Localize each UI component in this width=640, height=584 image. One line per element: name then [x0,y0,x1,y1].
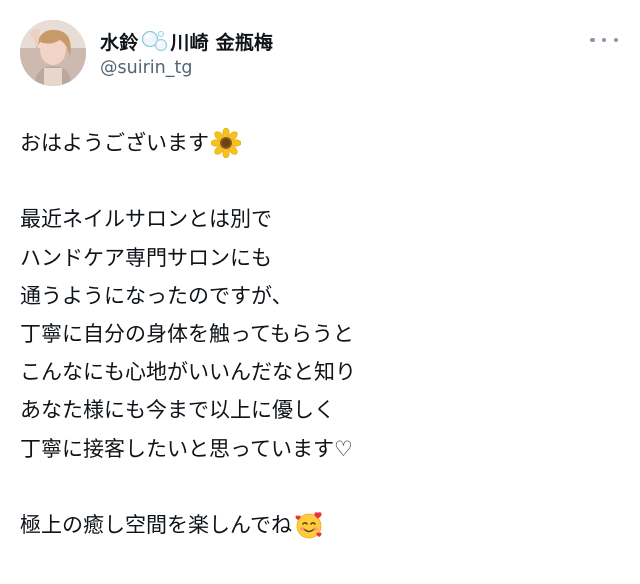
more-dot-icon [601,37,607,43]
tweet-line: こんなにも心地がいいんだなと知り [20,353,620,391]
tweet-line-text: 丁寧に自分の身体を触ってもらうと [20,321,354,346]
display-name-part1: 水鈴 [100,31,139,54]
avatar-image [20,20,86,86]
line-break [20,468,620,506]
tweet-line-text: 極上の癒し空間を楽しんでね [20,512,292,537]
tweet-line: 通うようになったのですが、 [20,277,620,315]
tweet-line-text: おはようございます [20,131,209,155]
tweet-text: おはようございます 最近ネイルサロンとは別で ハンドケア専門サロンにも 通うよう… [20,124,620,544]
tweet-line-text: 通うようになったのですが、 [20,283,293,308]
tweet-line: 極上の癒し空間を楽しんでね [20,506,620,544]
tweet-line: あなた様にも今まで以上に優しく [20,391,620,429]
more-dot-icon [613,37,618,43]
tweet-line: 丁寧に自分の身体を触ってもらうと [20,315,620,353]
display-name-part2: 川崎 金瓶梅 [170,31,274,54]
display-name[interactable]: 水鈴 川崎 金瓶梅 [100,28,273,54]
avatar[interactable] [20,20,86,86]
tweet-line-text: 丁寧に接客したいと思っています♡ [20,436,353,461]
tweet-line-text: 最近ネイルサロンとは別で [20,207,272,232]
more-options-button[interactable] [590,32,618,48]
sunflower-icon [210,127,242,159]
more-dot-icon [590,37,595,43]
tweet-line: おはようございます [20,124,620,162]
tweet-line: 最近ネイルサロンとは別で [20,200,620,238]
tweet-line: 丁寧に接客したいと思っています♡ [20,430,620,468]
smiling-face-with-hearts-icon [294,510,324,540]
line-break [20,162,620,200]
tweet-card: 水鈴 川崎 金瓶梅 @suirin_tg おはようございます 最近ネイルサロンと… [0,0,640,584]
tweet-line-text: こんなにも心地がいいんだなと知り [20,360,356,385]
tweet-line-text: ハンドケア専門サロンにも [20,245,272,270]
bubbles-icon [140,29,168,53]
user-handle[interactable]: @suirin_tg [100,58,192,78]
tweet-line: ハンドケア専門サロンにも [20,239,620,277]
tweet-line-text: あなた様にも今まで以上に優しく [20,398,335,423]
